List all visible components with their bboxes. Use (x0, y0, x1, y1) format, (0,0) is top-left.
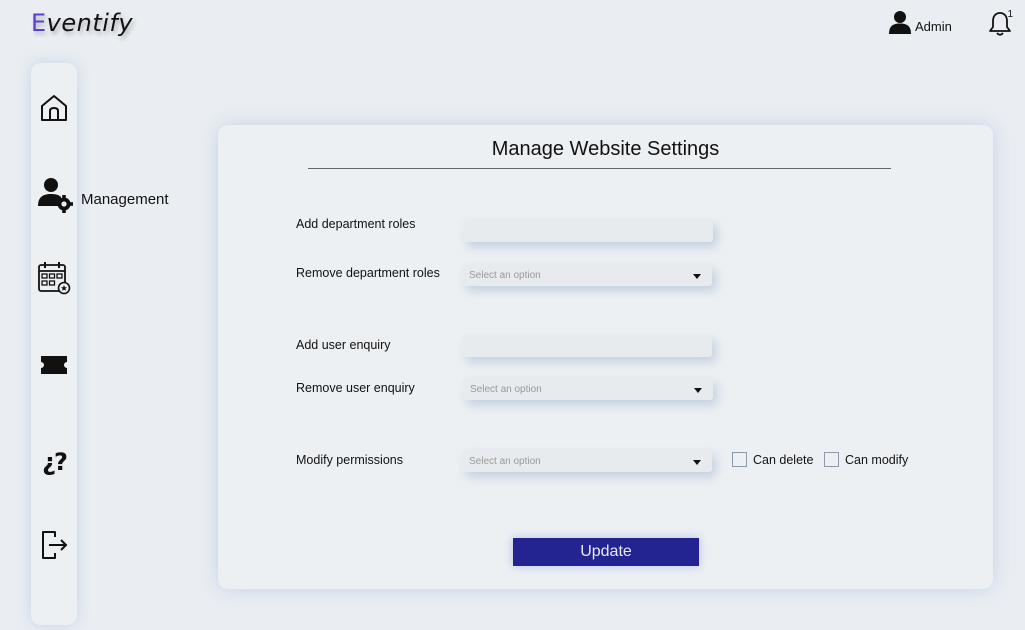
add-user-enquiry-input[interactable] (462, 335, 712, 357)
user-menu[interactable]: Admin (888, 10, 952, 40)
remove-department-roles-label: Remove department roles (296, 266, 440, 280)
caret-down-icon (694, 388, 702, 393)
add-department-roles-input[interactable] (463, 220, 713, 242)
add-department-roles-label: Add department roles (296, 217, 416, 231)
page-title: Manage Website Settings (491, 138, 720, 160)
sidebar-item-tickets[interactable] (36, 349, 72, 385)
can-modify-checkbox[interactable] (824, 452, 839, 467)
add-user-enquiry-label: Add user enquiry (296, 338, 391, 352)
user-gear-icon (36, 176, 74, 219)
modify-permissions-select[interactable]: Select an option (462, 450, 712, 472)
sidebar-item-help[interactable]: ¿? (36, 444, 72, 480)
remove-department-roles-select[interactable]: Select an option (462, 264, 712, 286)
notification-badge: 1 (1007, 9, 1013, 20)
user-icon (888, 10, 912, 40)
can-delete-checkbox[interactable] (732, 452, 747, 467)
help-icon: ¿? (42, 448, 68, 476)
modify-permissions-label: Modify permissions (296, 453, 403, 467)
title-divider (308, 168, 891, 169)
remove-user-enquiry-label: Remove user enquiry (296, 381, 415, 395)
logo-text: ventify (46, 9, 134, 37)
logout-icon (39, 529, 69, 566)
sidebar: ¿? (31, 63, 77, 625)
update-button[interactable]: Update (513, 538, 699, 566)
can-delete-label: Can delete (753, 452, 814, 467)
remove-department-roles-placeholder: Select an option (469, 269, 541, 281)
remove-user-enquiry-select[interactable]: Select an option (463, 378, 713, 400)
home-icon (39, 93, 69, 128)
settings-card: Manage Website Settings Add department r… (218, 125, 993, 589)
ticket-icon (39, 353, 69, 382)
sidebar-item-management-label[interactable]: Management (81, 191, 169, 208)
modify-permissions-placeholder: Select an option (469, 455, 541, 467)
caret-down-icon (693, 460, 701, 465)
sidebar-item-home[interactable] (36, 92, 72, 128)
calendar-icon (37, 261, 71, 300)
logo-first-letter: E (31, 9, 47, 37)
can-delete-option[interactable]: Can delete (732, 452, 813, 467)
notifications-button[interactable]: 1 (988, 9, 1014, 41)
remove-user-enquiry-placeholder: Select an option (470, 383, 542, 395)
user-name: Admin (915, 18, 952, 34)
sidebar-item-logout[interactable] (36, 529, 72, 565)
caret-down-icon (693, 274, 701, 279)
can-modify-option[interactable]: Can modify (824, 452, 908, 467)
sidebar-item-management[interactable] (35, 177, 75, 215)
bell-icon (988, 12, 1012, 41)
can-modify-label: Can modify (845, 452, 909, 467)
app-logo: Eventify (31, 9, 133, 37)
sidebar-item-events[interactable] (36, 261, 72, 300)
